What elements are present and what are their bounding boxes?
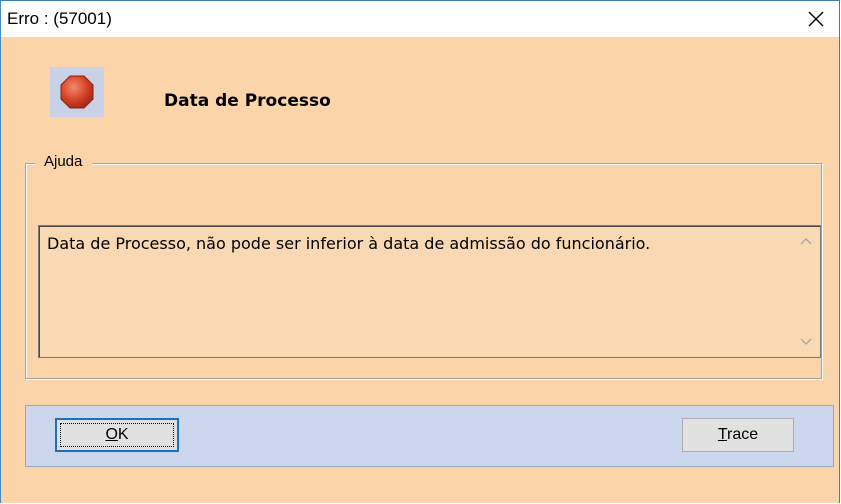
window-title: Erro : (57001) <box>7 9 112 28</box>
focus-rectangle <box>60 423 174 447</box>
stop-octagon-icon <box>60 75 94 109</box>
ok-button[interactable]: OK <box>55 418 179 452</box>
stop-icon-container <box>50 67 104 117</box>
close-button[interactable] <box>793 1 839 37</box>
button-panel: OK Trace <box>25 405 834 467</box>
close-icon <box>808 11 824 27</box>
help-message-text: Data de Processo, não pode ser inferior … <box>47 234 651 253</box>
help-group-label: Ajuda <box>35 153 93 170</box>
chevron-down-icon <box>800 338 812 345</box>
title-bar[interactable]: Erro : (57001) <box>1 1 839 37</box>
trace-button[interactable]: Trace <box>682 418 794 452</box>
chevron-up-icon <box>800 238 812 245</box>
trace-button-label: Trace <box>717 426 759 443</box>
scroll-down-button[interactable] <box>798 335 814 349</box>
scroll-up-button[interactable] <box>798 234 814 248</box>
error-dialog-window: Erro : (57001) Data de Processo Ajuda Da… <box>0 0 840 503</box>
dialog-heading: Data de Processo <box>164 91 331 111</box>
help-message-box[interactable]: Data de Processo, não pode ser inferior … <box>38 225 821 358</box>
